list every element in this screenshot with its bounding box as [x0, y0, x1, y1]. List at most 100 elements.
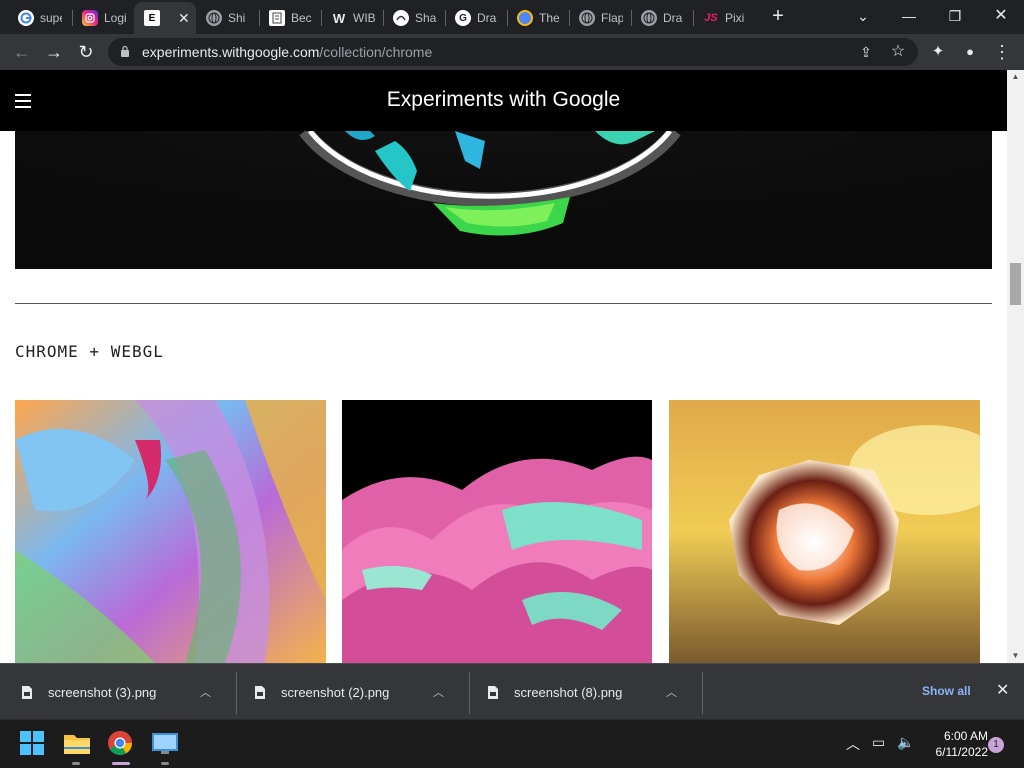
windows-start-icon[interactable] — [19, 730, 47, 758]
tab-label: Logi — [104, 11, 126, 25]
section-divider — [15, 303, 992, 304]
section-title: CHROME + WEBGL — [15, 342, 164, 361]
app-indicator — [161, 762, 169, 765]
hero-globe-image[interactable] — [15, 131, 992, 269]
reload-button[interactable]: ↻ — [74, 40, 98, 64]
download-item[interactable]: screenshot (8).png ︿ — [466, 670, 698, 714]
shader-icon — [393, 10, 409, 26]
file-icon — [488, 685, 498, 699]
tab-label: Shi — [228, 11, 246, 25]
tab-label: WIB — [353, 11, 375, 25]
forward-button[interactable]: → — [42, 40, 66, 64]
chrome-logo-icon — [517, 10, 533, 26]
tray-chevron-icon[interactable]: ︿ — [846, 734, 860, 754]
tab-label: Bec — [291, 11, 312, 25]
downloads-bar: screenshot (3).png ︿ screenshot (2).png … — [0, 663, 1024, 719]
site-header: Experiments with Google — [0, 70, 1007, 131]
share-icon[interactable]: ⇪ — [857, 43, 875, 61]
volume-icon[interactable]: 🔈 — [897, 734, 914, 751]
globe-icon — [206, 10, 222, 26]
clock[interactable]: 6:00 AM 6/11/2022 — [922, 728, 989, 760]
restore-button[interactable]: ❐ — [940, 4, 970, 28]
tab-shader[interactable]: Sha — [383, 4, 445, 32]
tab-label: supe — [40, 11, 62, 25]
tab-experiments-active[interactable]: E ✕ — [134, 2, 196, 34]
chrome-menu-icon[interactable]: ⋮ — [992, 42, 1012, 62]
tab-pixi[interactable]: JS Pixi — [693, 4, 755, 32]
extensions-puzzle-icon[interactable]: ✦ — [928, 42, 948, 62]
tab-instagram[interactable]: Logi — [72, 4, 134, 32]
instagram-icon — [82, 10, 98, 26]
github-icon: G — [455, 10, 471, 26]
url-text[interactable]: experiments.withgoogle.com/collection/ch… — [142, 44, 432, 60]
page-viewport: Experiments with Google CHROME + WEBGL ▲… — [0, 70, 1024, 663]
tab-wib[interactable]: W WIB — [321, 4, 383, 32]
clock-time: 6:00 AM — [943, 729, 988, 743]
scroll-up-arrow-icon[interactable]: ▲ — [1007, 70, 1024, 84]
network-icon[interactable]: ▭ — [872, 734, 885, 751]
tab-google[interactable]: supe — [8, 4, 70, 32]
download-separator — [702, 672, 703, 714]
address-bar[interactable]: experiments.withgoogle.com/collection/ch… — [108, 38, 918, 66]
tab-shi[interactable]: Shi — [196, 4, 258, 32]
close-downloads-icon[interactable]: ✕ — [996, 680, 1009, 700]
file-explorer-icon[interactable] — [63, 730, 91, 758]
browser-toolbar: ← → ↻ experiments.withgoogle.com/collect… — [0, 34, 1024, 70]
w-icon: W — [332, 10, 346, 26]
tab-label: Flap — [601, 11, 623, 25]
minimize-button[interactable]: — — [894, 4, 924, 28]
back-button[interactable]: ← — [10, 40, 34, 64]
show-all-button[interactable]: Show all — [922, 684, 971, 698]
file-icon — [255, 685, 265, 699]
tab-label: The — [539, 11, 560, 25]
doc-icon — [269, 10, 285, 26]
chrome-taskbar-icon[interactable] — [107, 730, 135, 758]
experiment-card-abstract[interactable] — [15, 400, 326, 663]
tab-search-icon[interactable]: ⌄ — [848, 4, 878, 28]
notification-badge[interactable]: 1 — [988, 737, 1004, 753]
experiments-icon: E — [144, 10, 160, 26]
google-icon — [18, 10, 34, 26]
file-icon — [22, 685, 32, 699]
download-filename: screenshot (8).png — [514, 684, 623, 700]
tab-label: Pixi — [725, 11, 745, 25]
scroll-down-arrow-icon[interactable]: ▼ — [1007, 649, 1024, 663]
tab-the[interactable]: The — [507, 4, 569, 32]
tab-github[interactable]: G Dra — [445, 4, 507, 32]
chevron-up-icon[interactable]: ︿ — [666, 684, 677, 700]
tab-dra[interactable]: Dra — [631, 4, 693, 32]
download-filename: screenshot (3).png — [48, 684, 157, 700]
windows-taskbar: ︿ ▭ 🔈 6:00 AM 6/11/2022 1 — [0, 719, 1024, 768]
url-host: experiments.withgoogle.com — [142, 44, 320, 60]
app-active-indicator — [112, 762, 130, 765]
tab-label: Sha — [415, 11, 437, 25]
site-title[interactable]: Experiments with Google — [0, 88, 1007, 112]
download-item[interactable]: screenshot (2).png ︿ — [233, 670, 465, 714]
tab-bec[interactable]: Bec — [259, 4, 321, 32]
profile-avatar-icon[interactable]: ● — [960, 42, 980, 62]
app-indicator — [72, 762, 80, 765]
close-tab-icon[interactable]: ✕ — [178, 10, 190, 27]
globe-icon — [641, 10, 657, 26]
page-scrollbar[interactable]: ▲ ▼ — [1007, 70, 1024, 663]
download-item[interactable]: screenshot (3).png ︿ — [0, 670, 232, 714]
url-path: /collection/chrome — [319, 44, 433, 60]
control-panel-icon[interactable] — [151, 730, 179, 758]
chevron-up-icon[interactable]: ︿ — [433, 684, 444, 700]
experiment-card-explosion[interactable] — [669, 400, 980, 663]
tab-flap[interactable]: Flap — [569, 4, 631, 32]
bookmark-star-icon[interactable]: ☆ — [889, 43, 907, 61]
globe-icon — [579, 10, 595, 26]
tab-label: Dra — [663, 11, 683, 25]
download-filename: screenshot (2).png — [281, 684, 390, 700]
new-tab-button[interactable]: + — [768, 6, 788, 26]
clock-date: 6/11/2022 — [935, 745, 989, 759]
tab-strip: supe Logi E ✕ Shi Bec W — [0, 0, 1024, 34]
scrollbar-thumb[interactable] — [1010, 263, 1021, 305]
experiment-card-waves[interactable] — [342, 400, 652, 663]
lock-icon[interactable] — [120, 45, 130, 57]
chevron-up-icon[interactable]: ︿ — [200, 684, 211, 700]
close-window-button[interactable]: ✕ — [986, 4, 1016, 28]
screen: supe Logi E ✕ Shi Bec W — [0, 0, 1024, 768]
tab-label: Dra — [477, 11, 497, 25]
